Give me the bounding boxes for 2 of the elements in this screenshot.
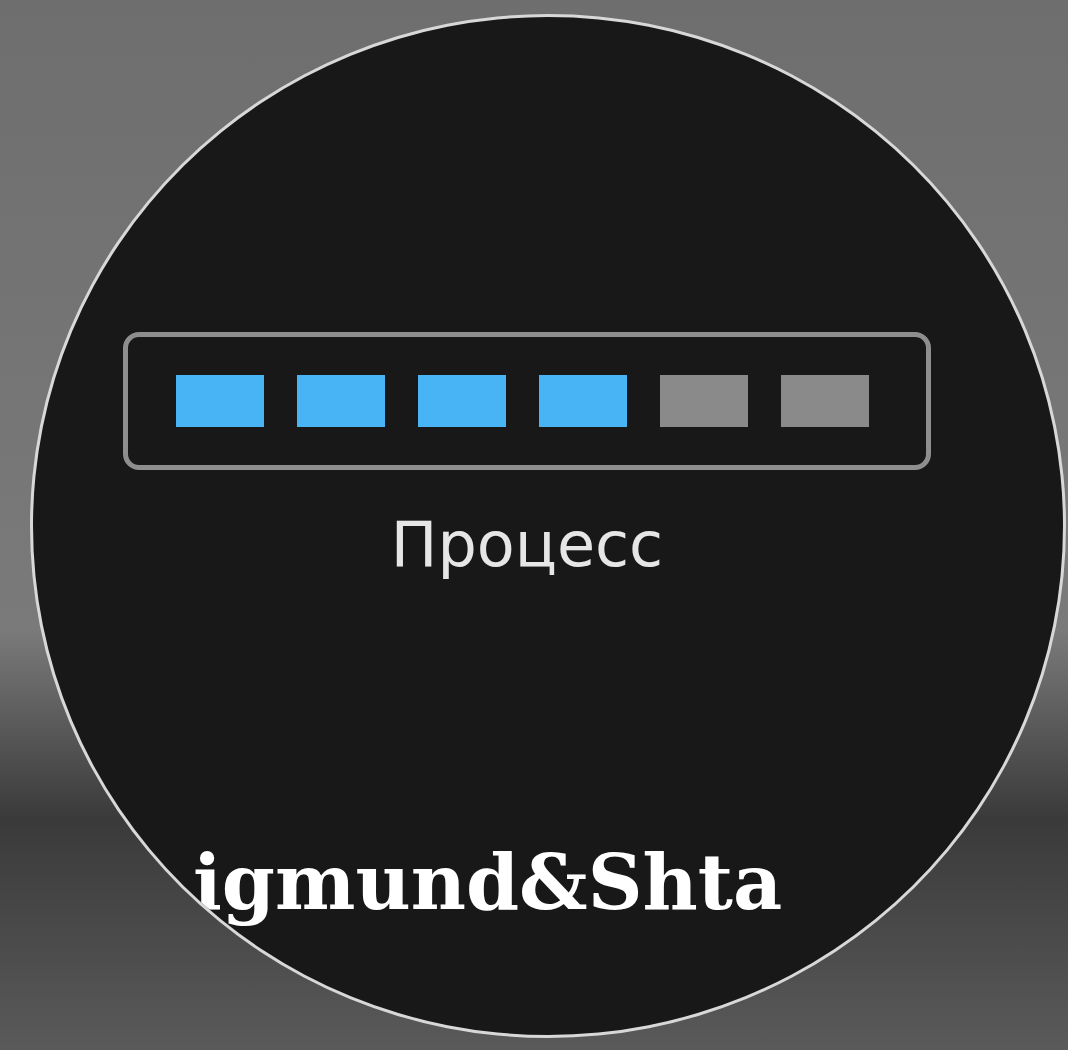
- brand-logo: igmund&Shta: [193, 838, 783, 927]
- status-label: Процесс: [390, 508, 664, 581]
